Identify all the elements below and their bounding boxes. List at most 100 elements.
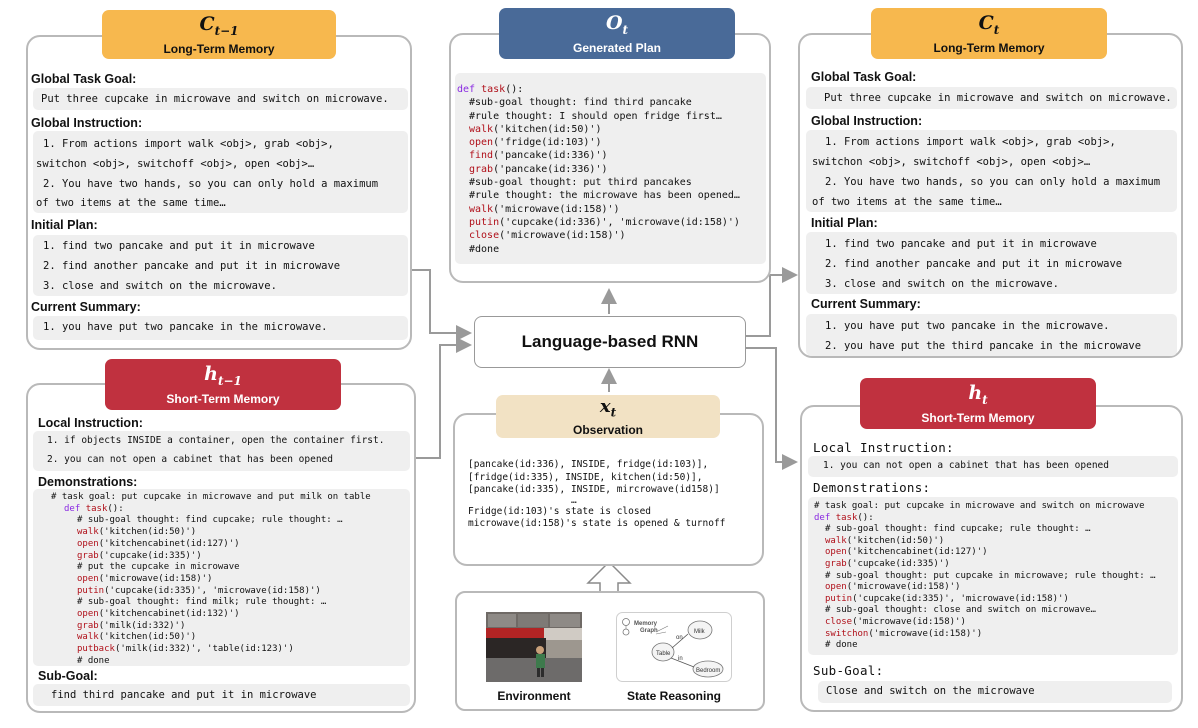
code-line: def task(): [51,504,371,516]
ltm-prev-plan-line: 3. close and switch on the microwave. [43,280,277,292]
code-line: grab('pancake(id:336)') [457,163,740,176]
code-line: putin('cupcake(id:336)', 'microwave(id:1… [457,216,740,229]
code-text: #rule thought: I should open fridge firs… [469,110,722,122]
code-line: walk('kitchen(id:50)') [457,123,740,136]
state-reasoning-caption: State Reasoning [626,689,722,703]
code-text: ('kitchen(id:50)') [493,123,602,135]
code-line: # sub-goal thought: find cupcake; rule t… [51,515,371,527]
graph-edge-on: on [676,635,683,641]
ltm-prev-summary-line: 1. you have put two pancake in the micro… [43,321,328,333]
memory-graph-title: Graph [640,628,658,634]
observation-line: [pancake(id:336), INSIDE, fridge(id:103)… [468,459,709,470]
observation-header: xt Observation [496,395,720,438]
stm-prev-subgoal-label: Sub-Goal: [38,669,98,683]
environment-caption: Environment [497,689,571,703]
ltm-next-plan-box: 1. find two pancake and put it in microw… [806,232,1177,294]
ltm-prev-plan-box: 1. find two pancake and put it in microw… [33,235,408,296]
code-text: ('cupcake(id:335)') [98,550,202,561]
code-text: # sub-goal thought: close and switch on … [825,605,1096,616]
stm-next-symbol: ht [968,382,988,407]
ltm-next-instr-label: Global Instruction: [811,114,923,128]
code-line: #done [457,243,740,256]
ltm-next-summary-line: 1. you have put two pancake in the micro… [825,320,1110,332]
code-text: ('microwave(id:158)') [852,616,966,627]
code-text: #sub-goal thought: find third pancake [469,97,692,109]
stm-next-demo-code: # task goal: put cupcake in microwave an… [814,501,1156,652]
stm-prev-demo-code: # task goal: put cupcake in microwave an… [51,492,371,668]
ltm-next-summary-line: 2. you have put the third pancake in the… [825,340,1142,352]
code-function: walk [825,535,847,546]
code-text: # done [77,655,110,666]
code-line: walk('kitchen(id:50)') [51,632,371,644]
code-function: task [85,503,108,514]
ltm-next-instr-line: 1. From actions import walk <obj>, grab … [825,136,1116,148]
ltm-prev-instr-label: Global Instruction: [31,116,143,130]
code-keyword: def [64,503,86,514]
code-text: (): [107,503,124,514]
stm-next-subgoal-label: Sub-Goal: [813,663,884,678]
code-text: ('microwave(id:158)') [846,582,961,593]
stm-prev-symbol: ht−1 [204,363,242,388]
memory-graph-image: Memory Graph Milk Table Bedroom on in [616,612,732,682]
code-line: close('microwave(id:158)') [457,229,740,242]
code-function: open [469,137,494,149]
code-text: ('kitchencabinet(id:127)') [98,538,240,549]
code-text: ('cupcake(id:336)', 'microwave(id:158)') [499,216,740,228]
code-line: # sub-goal thought: close and switch on … [814,605,1156,617]
code-function: grab [77,620,99,631]
ltm-prev-summary-box: 1. you have put two pancake in the micro… [33,316,408,340]
ltm-prev-instr-box: 1. From actions import walk <obj>, grab … [33,131,408,213]
code-function: grab [825,558,847,569]
code-function: open [77,538,99,549]
code-line: walk('kitchen(id:50)') [51,527,371,539]
code-line: grab('cupcake(id:335)') [814,559,1156,571]
memory-graph-title: Memory [634,621,658,627]
code-text: ('microwave(id:158)') [98,573,213,584]
code-function: putin [469,216,500,228]
code-text: #sub-goal thought: put third pancakes [469,177,692,189]
code-line: def task(): [814,513,1156,525]
stm-prev-local-box: 1. if objects INSIDE a container, open t… [33,431,410,471]
stm-next-header: ht Short-Term Memory [860,378,1096,429]
environment-image [486,612,582,682]
observation-title: Observation [572,422,644,437]
stm-prev-local-line: 2. you can not open a cabinet that has b… [47,454,333,465]
code-text: #done [469,243,500,255]
code-line: #sub-goal thought: find third pancake [457,96,740,109]
observation-line: … [468,495,577,506]
code-line: open('kitchencabinet(id:132)') [51,609,371,621]
stm-prev-demo-label: Demonstrations: [38,475,138,489]
ltm-next-title: Long-Term Memory [933,40,1045,55]
ltm-prev-symbol: Ct−1 [199,13,239,38]
code-text: ('cupcake(id:335)', 'microwave(id:158)') [852,593,1069,604]
code-text: # sub-goal thought: put cupcake in micro… [825,570,1156,581]
ltm-next-symbol: Ct [978,12,1000,37]
stm-prev-local-label: Local Instruction: [38,416,143,430]
code-text: # done [825,640,858,651]
code-line: # done [51,656,371,668]
code-line: putin('cupcake(id:335)', 'microwave(id:1… [51,586,371,598]
code-text: #rule thought: the microwave has been op… [469,190,740,202]
code-line: #rule thought: the microwave has been op… [457,189,740,202]
code-line: open('kitchencabinet(id:127)') [814,547,1156,559]
code-text: ('milk(id:332)', 'table(id:123)') [114,644,294,655]
code-text: # task goal: put cupcake in microwave an… [51,492,371,502]
ltm-prev-summary-label: Current Summary: [31,300,141,314]
code-text: # sub-goal thought: find milk; rule thou… [77,597,327,608]
code-text: # sub-goal thought: find cupcake; rule t… [77,515,343,526]
code-function: close [825,616,853,627]
ltm-next-goal-label: Global Task Goal: [811,70,917,84]
code-line: # done [814,640,1156,652]
code-function: putback [77,644,115,655]
ltm-next-instr-box: 1. From actions import walk <obj>, grab … [806,130,1177,212]
code-function: putin [825,593,853,604]
ltm-prev-instr-line: switchon <obj>, switchoff <obj>, open <o… [36,158,315,170]
code-line: close('microwave(id:158)') [814,617,1156,629]
observation-symbol: xt [599,396,617,420]
ltm-next-summary-label: Current Summary: [811,297,921,311]
ltm-prev-plan-line: 1. find two pancake and put it in microw… [43,240,315,252]
code-text: (): [505,84,524,95]
plan-title: Generated Plan [572,40,662,55]
stm-next-demo-label: Demonstrations: [813,480,931,495]
code-keyword: def [457,84,482,95]
